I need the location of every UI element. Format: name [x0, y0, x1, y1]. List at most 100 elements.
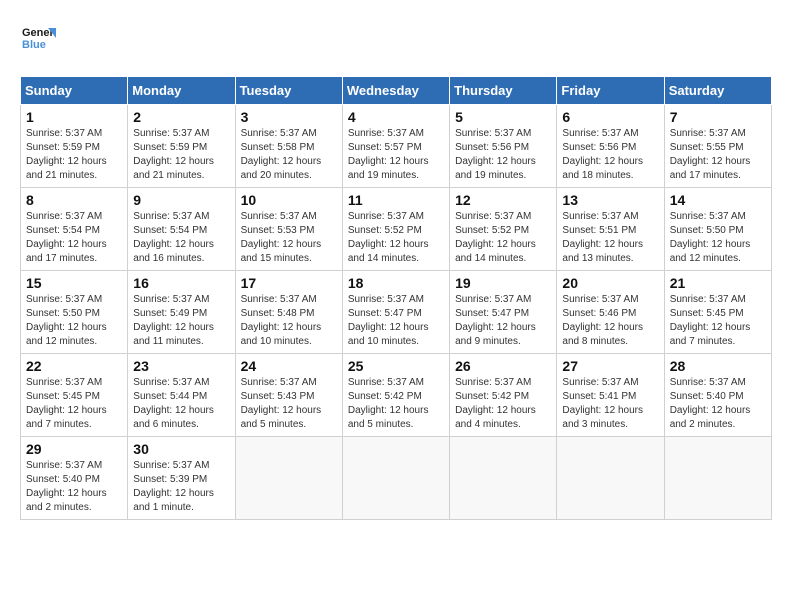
- day-info: Sunrise: 5:37 AM Sunset: 5:39 PM Dayligh…: [133, 459, 229, 515]
- calendar-day: 11 Sunrise: 5:37 AM Sunset: 5:52 PM Dayli…: [342, 188, 449, 271]
- weekday-header-tuesday: Tuesday: [235, 77, 342, 105]
- svg-text:Blue: Blue: [22, 39, 46, 51]
- day-number: 11: [348, 192, 444, 208]
- day-number: 29: [26, 441, 122, 457]
- day-number: 13: [562, 192, 658, 208]
- day-number: 14: [670, 192, 766, 208]
- calendar-week-3: 15 Sunrise: 5:37 AM Sunset: 5:50 PM Dayli…: [21, 271, 772, 354]
- day-info: Sunrise: 5:37 AM Sunset: 5:50 PM Dayligh…: [670, 210, 766, 266]
- day-number: 3: [241, 109, 337, 125]
- day-info: Sunrise: 5:37 AM Sunset: 5:45 PM Dayligh…: [670, 293, 766, 349]
- day-info: Sunrise: 5:37 AM Sunset: 5:47 PM Dayligh…: [455, 293, 551, 349]
- day-info: Sunrise: 5:37 AM Sunset: 5:53 PM Dayligh…: [241, 210, 337, 266]
- day-number: 18: [348, 275, 444, 291]
- calendar-day: 25Sunrise: 5:37 AM Sunset: 5:42 PM Dayli…: [342, 354, 449, 437]
- calendar-day: 28 Sunrise: 5:37 AM Sunset: 5:40 PM Dayli…: [664, 354, 771, 437]
- general-blue-icon: General Blue: [20, 20, 56, 56]
- calendar-day: 10 Sunrise: 5:37 AM Sunset: 5:53 PM Dayli…: [235, 188, 342, 271]
- calendar-day: 19 Sunrise: 5:37 AM Sunset: 5:47 PM Dayli…: [450, 271, 557, 354]
- day-info: Sunrise: 5:37 AM Sunset: 5:47 PM Dayligh…: [348, 293, 444, 349]
- day-number: 25: [348, 358, 444, 374]
- calendar-day: 1 Sunrise: 5:37 AM Sunset: 5:59 PM Daylig…: [21, 105, 128, 188]
- day-info: Sunrise: 5:37 AM Sunset: 5:52 PM Dayligh…: [455, 210, 551, 266]
- day-number: 2: [133, 109, 229, 125]
- weekday-header-sunday: Sunday: [21, 77, 128, 105]
- day-number: 26: [455, 358, 551, 374]
- calendar-day: 17 Sunrise: 5:37 AM Sunset: 5:48 PM Dayli…: [235, 271, 342, 354]
- day-number: 23: [133, 358, 229, 374]
- day-info: Sunrise: 5:37 AM Sunset: 5:56 PM Dayligh…: [562, 127, 658, 183]
- day-number: 7: [670, 109, 766, 125]
- day-info: Sunrise: 5:37 AM Sunset: 5:40 PM Dayligh…: [26, 459, 122, 515]
- calendar-day: 21 Sunrise: 5:37 AM Sunset: 5:45 PM Dayli…: [664, 271, 771, 354]
- calendar-day: 18 Sunrise: 5:37 AM Sunset: 5:47 PM Dayli…: [342, 271, 449, 354]
- day-info: Sunrise: 5:37 AM Sunset: 5:44 PM Dayligh…: [133, 376, 229, 432]
- calendar-day: [450, 437, 557, 520]
- day-info: Sunrise: 5:37 AM Sunset: 5:55 PM Dayligh…: [670, 127, 766, 183]
- calendar-day: 22 Sunrise: 5:37 AM Sunset: 5:45 PM Dayli…: [21, 354, 128, 437]
- day-number: 1: [26, 109, 122, 125]
- day-number: 30: [133, 441, 229, 457]
- day-number: 9: [133, 192, 229, 208]
- weekday-header-monday: Monday: [128, 77, 235, 105]
- weekday-header-row: SundayMondayTuesdayWednesdayThursdayFrid…: [21, 77, 772, 105]
- calendar-day: 15 Sunrise: 5:37 AM Sunset: 5:50 PM Dayli…: [21, 271, 128, 354]
- day-info: Sunrise: 5:37 AM Sunset: 5:56 PM Dayligh…: [455, 127, 551, 183]
- day-number: 19: [455, 275, 551, 291]
- calendar-day: 26 Sunrise: 5:37 AM Sunset: 5:42 PM Dayli…: [450, 354, 557, 437]
- day-info: Sunrise: 5:37 AM Sunset: 5:40 PM Dayligh…: [670, 376, 766, 432]
- calendar-day: 23 Sunrise: 5:37 AM Sunset: 5:44 PM Dayli…: [128, 354, 235, 437]
- day-info: Sunrise: 5:37 AM Sunset: 5:59 PM Dayligh…: [133, 127, 229, 183]
- day-info: Sunrise: 5:37 AM Sunset: 5:42 PM Dayligh…: [455, 376, 551, 432]
- day-info: Sunrise: 5:37 AM Sunset: 5:46 PM Dayligh…: [562, 293, 658, 349]
- calendar-day: [235, 437, 342, 520]
- day-number: 15: [26, 275, 122, 291]
- day-info: Sunrise: 5:37 AM Sunset: 5:50 PM Dayligh…: [26, 293, 122, 349]
- calendar-day: [557, 437, 664, 520]
- day-info: Sunrise: 5:37 AM Sunset: 5:49 PM Dayligh…: [133, 293, 229, 349]
- day-number: 12: [455, 192, 551, 208]
- calendar-day: 13 Sunrise: 5:37 AM Sunset: 5:51 PM Dayli…: [557, 188, 664, 271]
- calendar-day: 5 Sunrise: 5:37 AM Sunset: 5:56 PM Daylig…: [450, 105, 557, 188]
- day-info: Sunrise: 5:37 AM Sunset: 5:52 PM Dayligh…: [348, 210, 444, 266]
- calendar-week-1: 1 Sunrise: 5:37 AM Sunset: 5:59 PM Daylig…: [21, 105, 772, 188]
- day-number: 10: [241, 192, 337, 208]
- calendar-day: 6Sunrise: 5:37 AM Sunset: 5:56 PM Daylig…: [557, 105, 664, 188]
- calendar-week-4: 22 Sunrise: 5:37 AM Sunset: 5:45 PM Dayli…: [21, 354, 772, 437]
- day-number: 5: [455, 109, 551, 125]
- day-number: 28: [670, 358, 766, 374]
- weekday-header-friday: Friday: [557, 77, 664, 105]
- day-number: 16: [133, 275, 229, 291]
- day-number: 27: [562, 358, 658, 374]
- day-info: Sunrise: 5:37 AM Sunset: 5:48 PM Dayligh…: [241, 293, 337, 349]
- calendar-day: 29 Sunrise: 5:37 AM Sunset: 5:40 PM Dayli…: [21, 437, 128, 520]
- day-info: Sunrise: 5:37 AM Sunset: 5:59 PM Dayligh…: [26, 127, 122, 183]
- calendar-day: 12 Sunrise: 5:37 AM Sunset: 5:52 PM Dayli…: [450, 188, 557, 271]
- logo: General Blue: [20, 20, 60, 56]
- calendar-day: 8Sunrise: 5:37 AM Sunset: 5:54 PM Daylig…: [21, 188, 128, 271]
- day-number: 17: [241, 275, 337, 291]
- calendar-day: 4Sunrise: 5:37 AM Sunset: 5:57 PM Daylig…: [342, 105, 449, 188]
- calendar-day: 16 Sunrise: 5:37 AM Sunset: 5:49 PM Dayli…: [128, 271, 235, 354]
- day-info: Sunrise: 5:37 AM Sunset: 5:54 PM Dayligh…: [133, 210, 229, 266]
- calendar-day: 30 Sunrise: 5:37 AM Sunset: 5:39 PM Dayli…: [128, 437, 235, 520]
- day-number: 22: [26, 358, 122, 374]
- calendar-day: 27 Sunrise: 5:37 AM Sunset: 5:41 PM Dayli…: [557, 354, 664, 437]
- day-info: Sunrise: 5:37 AM Sunset: 5:41 PM Dayligh…: [562, 376, 658, 432]
- day-number: 21: [670, 275, 766, 291]
- day-info: Sunrise: 5:37 AM Sunset: 5:45 PM Dayligh…: [26, 376, 122, 432]
- day-number: 8: [26, 192, 122, 208]
- calendar-day: [664, 437, 771, 520]
- day-info: Sunrise: 5:37 AM Sunset: 5:43 PM Dayligh…: [241, 376, 337, 432]
- day-info: Sunrise: 5:37 AM Sunset: 5:51 PM Dayligh…: [562, 210, 658, 266]
- page-header: General Blue: [20, 20, 772, 66]
- calendar-week-5: 29 Sunrise: 5:37 AM Sunset: 5:40 PM Dayli…: [21, 437, 772, 520]
- day-info: Sunrise: 5:37 AM Sunset: 5:58 PM Dayligh…: [241, 127, 337, 183]
- calendar-day: 3 Sunrise: 5:37 AM Sunset: 5:58 PM Daylig…: [235, 105, 342, 188]
- calendar-day: 24Sunrise: 5:37 AM Sunset: 5:43 PM Dayli…: [235, 354, 342, 437]
- calendar-day: 7 Sunrise: 5:37 AM Sunset: 5:55 PM Daylig…: [664, 105, 771, 188]
- day-number: 20: [562, 275, 658, 291]
- day-number: 4: [348, 109, 444, 125]
- calendar-day: 2 Sunrise: 5:37 AM Sunset: 5:59 PM Daylig…: [128, 105, 235, 188]
- weekday-header-saturday: Saturday: [664, 77, 771, 105]
